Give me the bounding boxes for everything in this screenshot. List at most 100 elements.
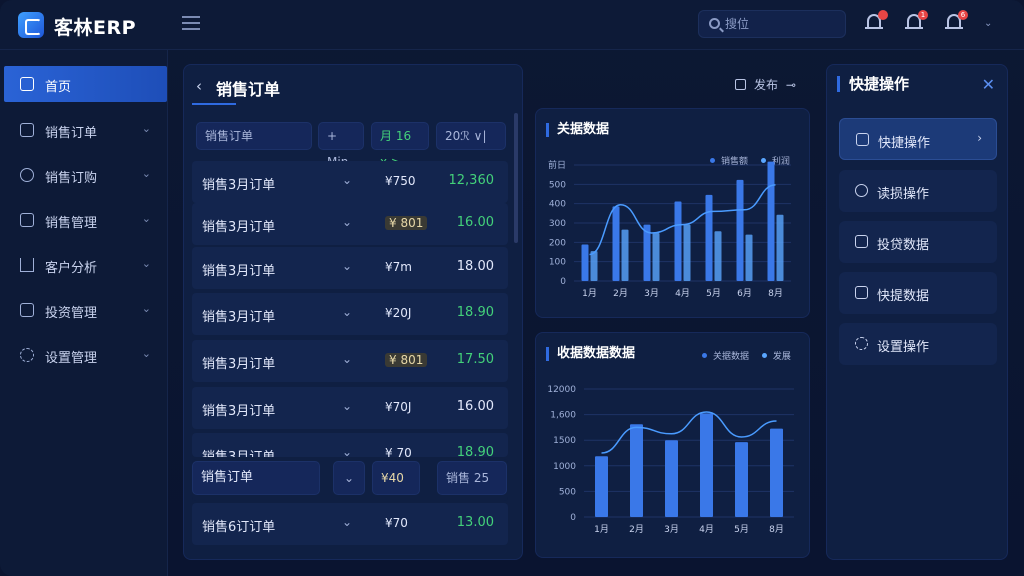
scrollbar[interactable] <box>514 113 518 243</box>
chevron-down-icon[interactable]: ⌄ <box>342 173 352 187</box>
quick-button-shortcut[interactable]: 快捷操作 › <box>839 118 997 160</box>
chevron-down-icon[interactable]: ⌄ <box>333 461 365 495</box>
bar <box>776 214 784 281</box>
table-row[interactable]: 销售3月订单 ⌄ ¥7m 18.00 <box>192 247 508 289</box>
bar <box>683 224 691 281</box>
quick-button-label: 读损操作 <box>877 187 930 202</box>
sidebar-item-investment[interactable]: 投资管理 ⌄ <box>4 292 167 328</box>
note-icon <box>855 286 868 299</box>
filter-bar: 销售订单 + Min 月 16 x > 20ℛ ∨| <box>196 122 506 169</box>
y-tick-label: 0 <box>570 513 576 523</box>
x-tick-label: 6月 <box>737 288 752 299</box>
more-icon: ⊸ <box>785 78 796 92</box>
sidebar-item-customer-analysis[interactable]: 客户分析 ⌄ <box>4 247 167 283</box>
bar <box>735 442 748 517</box>
quick-actions-panel: 快捷操作 ✕ 快捷操作 › 读损操作 投贷数据 快提数据 设置操作 <box>826 64 1008 560</box>
row-price: ¥ 801 <box>385 216 428 230</box>
row-name: 销售3月订单 <box>202 310 276 325</box>
alert-bell-icon[interactable]: 6 <box>945 10 968 32</box>
chevron-down-icon[interactable]: ⌄ <box>342 445 352 457</box>
row-name: 销售3月订单 <box>202 446 275 457</box>
sidebar-item-sales-purchase[interactable]: 销售订购 ⌄ <box>4 157 167 193</box>
y-tick-label: 1000 <box>553 462 576 472</box>
filter-range[interactable]: 20ℛ ∨| <box>436 122 506 150</box>
bar <box>705 194 713 281</box>
sidebar-item-label: 设置管理 <box>45 351 98 366</box>
table-row[interactable]: 销售3月订单 ⌄ ¥750 12,360 <box>192 161 508 203</box>
x-tick-label: 4月 <box>699 524 714 535</box>
search-input[interactable] <box>725 15 835 33</box>
quick-button-label: 设置操作 <box>877 340 930 355</box>
filter-month[interactable]: 月 16 x > <box>371 122 429 169</box>
table-row[interactable]: 销售3月订单 ⌄ ¥ 801 16.00 <box>192 203 508 245</box>
chevron-down-icon: ⌄ <box>141 257 151 270</box>
quick-button-settings[interactable]: 设置操作 <box>839 323 997 365</box>
quick-button-refresh[interactable]: 读损操作 <box>839 170 997 212</box>
row-name: 销售6订订单 <box>202 520 276 535</box>
quick-button-label: 快捷操作 <box>878 136 931 151</box>
row-price: ¥20J <box>385 306 412 320</box>
sidebar-item-label: 客户分析 <box>45 261 98 276</box>
sidebar-item-home[interactable]: 首页 <box>4 66 167 102</box>
home-icon <box>20 77 34 91</box>
title-underline <box>192 103 236 105</box>
x-tick-label: 5月 <box>706 288 721 299</box>
quick-button-data[interactable]: 投贷数据 <box>839 221 997 263</box>
bar <box>770 428 783 517</box>
bell-badge <box>878 10 888 20</box>
y-tick-label: 100 <box>549 258 566 268</box>
quick-button-notes[interactable]: 快提数据 <box>839 272 997 314</box>
bar <box>767 161 775 281</box>
sidebar-item-label: 投资管理 <box>45 306 98 321</box>
footer-type[interactable]: 销售订单 <box>192 461 320 495</box>
chevron-down-icon[interactable]: ⌄ <box>342 399 352 413</box>
sidebar-item-settings[interactable]: 设置管理 ⌄ <box>4 337 167 373</box>
table-row[interactable]: 销售6订订单 ⌄ ¥70 13.00 <box>192 503 508 545</box>
panel-title: 销售订单 <box>216 80 281 99</box>
menu-toggle-icon[interactable] <box>182 16 200 30</box>
table-footer-row[interactable]: 销售订单 ⌄ ¥40 销售 25天 <box>192 459 508 517</box>
bar <box>745 234 753 281</box>
filter-min[interactable]: + Min <box>318 122 364 169</box>
table-row[interactable]: 销售3月订单 ⌄ ¥70J 16.00 <box>192 387 508 429</box>
sidebar-item-sales-management[interactable]: 销售管理 ⌄ <box>4 202 167 238</box>
chevron-down-icon[interactable]: ⌄ <box>342 259 352 273</box>
bar <box>612 206 620 281</box>
y-tick-label: 12000 <box>547 385 576 395</box>
bar <box>736 179 744 281</box>
bar <box>630 424 643 517</box>
chevron-down-icon[interactable]: ⌄ <box>342 352 352 366</box>
message-bell-icon[interactable]: 1 <box>905 10 928 32</box>
chevron-down-icon: ⌄ <box>141 212 151 225</box>
table-row[interactable]: 销售3月订单 ⌄ ¥20J 18.90 <box>192 293 508 335</box>
search-box[interactable] <box>698 10 846 38</box>
sidebar-item-label: 销售管理 <box>45 216 98 231</box>
publish-button[interactable]: 发布 ⊸ <box>735 76 796 93</box>
x-tick-label: 2月 <box>629 524 644 535</box>
chevron-down-icon[interactable]: ⌄ <box>342 305 352 319</box>
row-name: 销售3月订单 <box>202 178 276 193</box>
sidebar-item-sales-orders[interactable]: 销售订单 ⌄ <box>4 112 167 148</box>
gear-icon <box>20 348 34 362</box>
user-menu-chevron-icon[interactable]: ⌄ <box>984 18 992 29</box>
row-amount: 13.00 <box>456 515 494 530</box>
chevron-down-icon[interactable]: ⌄ <box>342 215 352 229</box>
table-row[interactable]: 销售3月订单 ⌄ ¥ 801 17.50 <box>192 340 508 382</box>
x-tick-label: 1月 <box>594 524 609 535</box>
table-row[interactable]: 销售3月订单 ⌄ ¥ 70 18.90 <box>192 433 508 457</box>
close-icon[interactable]: ✕ <box>982 75 995 94</box>
document-icon <box>20 123 34 137</box>
row-amount: 17.50 <box>456 352 494 367</box>
trend-line <box>601 411 777 454</box>
filter-type[interactable]: 销售订单 <box>196 122 312 150</box>
y-tick-label: 1500 <box>553 436 576 446</box>
y-tick-label: 500 <box>559 487 576 497</box>
notification-bell-icon[interactable] <box>865 10 888 32</box>
row-price: ¥70 <box>385 516 408 530</box>
sidebar-item-label: 销售订单 <box>45 126 98 141</box>
back-arrow-icon[interactable]: ‹ <box>196 77 202 95</box>
top-bar: 客林ERP 1 6 ⌄ <box>0 0 1024 50</box>
chevron-down-icon[interactable]: ⌄ <box>342 515 352 529</box>
bar <box>700 413 713 517</box>
y-tick-label: 1,600 <box>550 411 576 421</box>
